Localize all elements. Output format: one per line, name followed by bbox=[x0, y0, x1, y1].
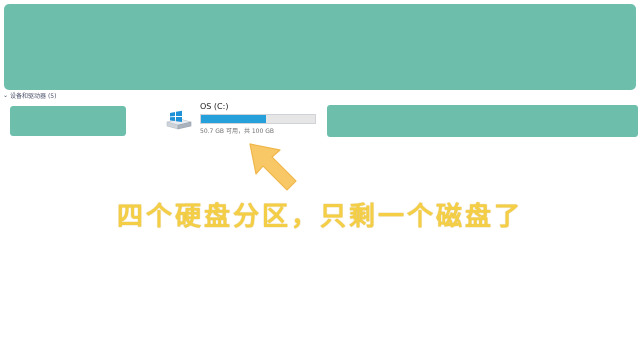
redaction-block-top bbox=[4, 4, 636, 90]
drive-item-c[interactable]: OS (C:) 50.7 GB 可用，共 100 GB bbox=[166, 102, 326, 136]
arrow-up-left-icon bbox=[249, 143, 297, 191]
annotation-caption: 四个硬盘分区，只剩一个磁盘了 bbox=[116, 202, 523, 232]
chevron-down-icon[interactable]: ⌄ bbox=[3, 92, 8, 99]
section-header-devices-drives[interactable]: ⌄ 设备和驱动器 (5) bbox=[3, 90, 56, 100]
redaction-block-left bbox=[10, 106, 126, 136]
windows-drive-icon bbox=[166, 110, 192, 130]
section-title: 设备和驱动器 (5) bbox=[10, 92, 57, 100]
drive-usage-bar bbox=[200, 114, 316, 124]
drive-name: OS (C:) bbox=[200, 102, 229, 111]
drive-free-space: 50.7 GB 可用，共 100 GB bbox=[200, 128, 274, 135]
redaction-block-right bbox=[327, 105, 638, 137]
drive-usage-fill bbox=[201, 115, 266, 123]
